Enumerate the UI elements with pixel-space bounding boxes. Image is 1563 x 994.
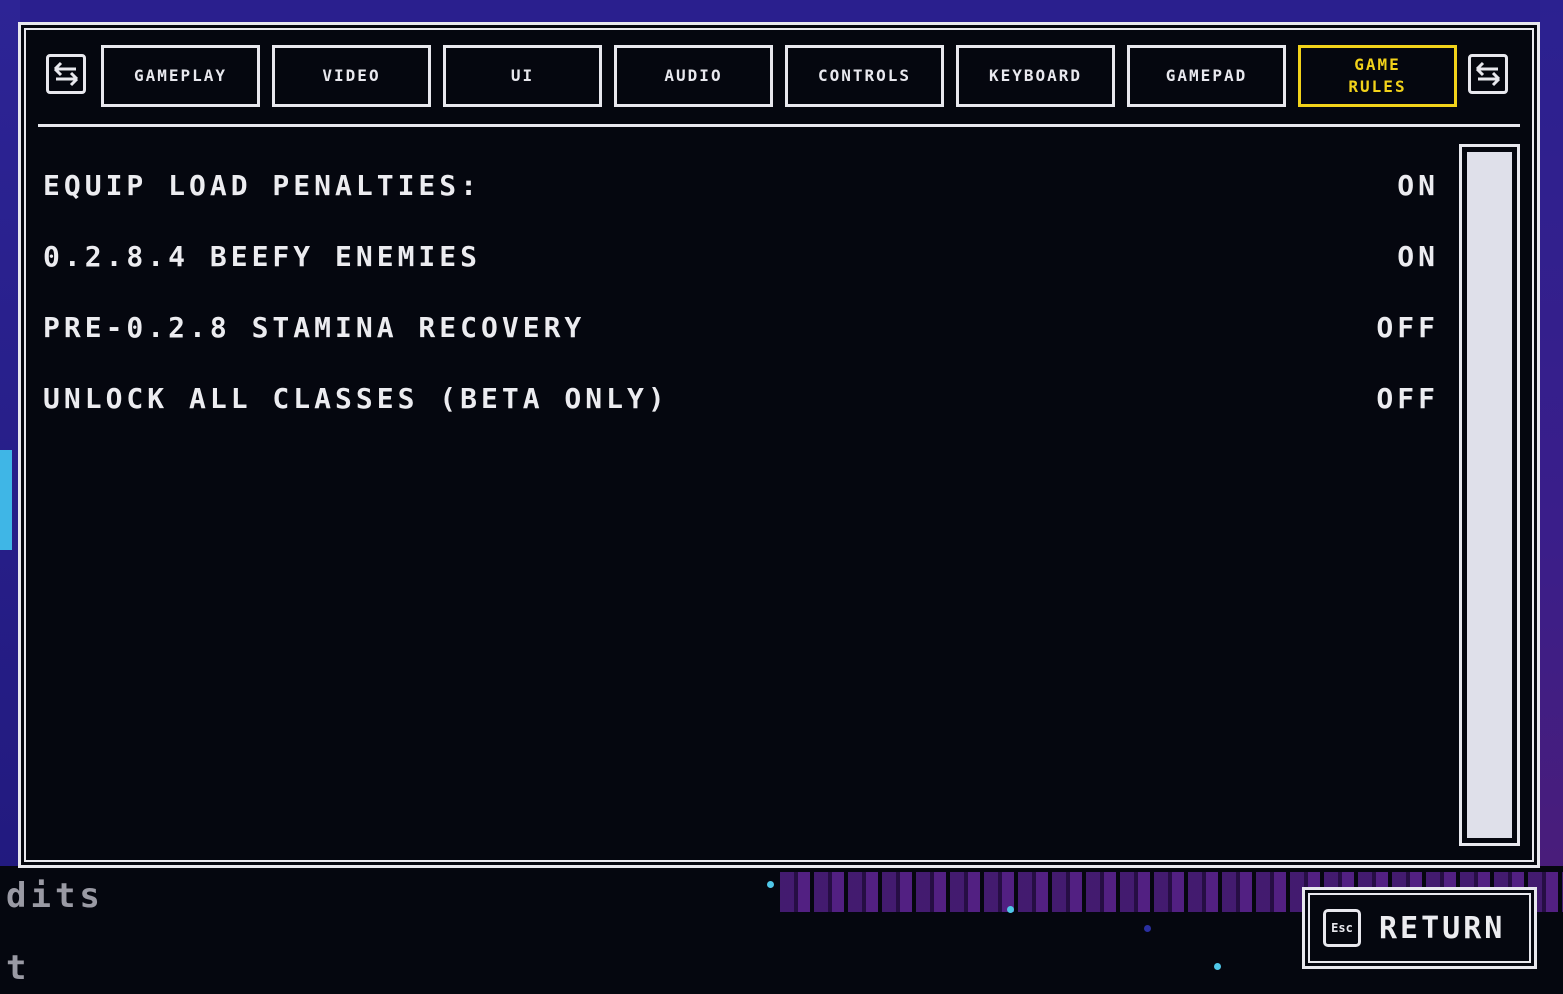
swap-arrows-icon [53,61,79,87]
return-button[interactable]: Esc RETURN [1302,887,1537,969]
tab-ui[interactable]: UI [443,45,602,107]
tab-gameplay[interactable]: GAMEPLAY [101,45,260,107]
scrollbar-thumb[interactable] [1467,152,1512,838]
star-decor [1007,906,1014,913]
setting-value[interactable]: OFF [1376,382,1439,415]
background-right-edge [1540,0,1563,880]
star-decor [1214,963,1221,970]
setting-label: UNLOCK ALL CLASSES (BETA ONLY) [43,381,669,415]
tab-keyboard[interactable]: KEYBOARD [956,45,1115,107]
setting-label: 0.2.8.4 BEEFY ENEMIES [43,239,482,273]
tab-game-rules[interactable]: GAME RULES [1298,45,1457,107]
tab-divider [38,124,1520,127]
setting-row-stamina-recovery[interactable]: PRE-0.2.8 STAMINA RECOVERY OFF [43,307,1439,347]
setting-value[interactable]: OFF [1376,311,1439,344]
tab-audio[interactable]: AUDIO [614,45,773,107]
settings-panel [18,22,1540,868]
setting-value[interactable]: ON [1397,169,1439,202]
setting-label: PRE-0.2.8 STAMINA RECOVERY [43,310,586,344]
tab-video[interactable]: VIDEO [272,45,431,107]
swap-arrows-icon [1475,61,1501,87]
scrollbar[interactable] [1459,144,1520,846]
background-menu-quit: t [6,948,31,988]
next-tab-button[interactable] [1468,54,1508,94]
background-cyan-decor [0,450,12,550]
background-left-edge [0,0,20,870]
setting-value[interactable]: ON [1397,240,1439,273]
star-decor [1144,925,1151,932]
setting-row-beefy-enemies[interactable]: 0.2.8.4 BEEFY ENEMIES ON [43,236,1439,276]
star-decor [767,881,774,888]
return-label: RETURN [1379,910,1506,946]
background-menu-credits: dits [6,876,104,916]
tab-gamepad[interactable]: GAMEPAD [1127,45,1286,107]
esc-key-icon: Esc [1323,909,1361,947]
setting-row-equip-load[interactable]: EQUIP LOAD PENALTIES: ON [43,165,1439,205]
prev-tab-button[interactable] [46,54,86,94]
setting-row-unlock-classes[interactable]: UNLOCK ALL CLASSES (BETA ONLY) OFF [43,378,1439,418]
tab-controls[interactable]: CONTROLS [785,45,944,107]
setting-label: EQUIP LOAD PENALTIES: [43,168,482,202]
